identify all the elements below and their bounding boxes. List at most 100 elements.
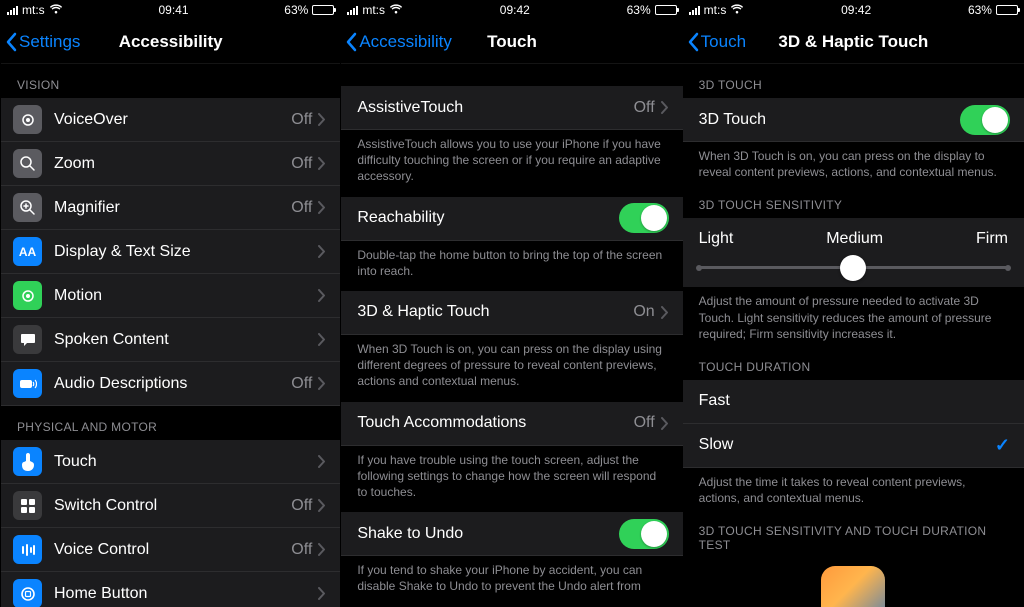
nav-bar: Touch 3D & Haptic Touch bbox=[683, 20, 1024, 64]
row-label: Zoom bbox=[54, 144, 291, 184]
row-value: Off bbox=[634, 414, 655, 432]
row-label: Home Button bbox=[54, 574, 318, 607]
battery-percent: 63% bbox=[968, 3, 992, 17]
status-bar: mt:s 09:42 63% bbox=[683, 0, 1024, 20]
row-label: 3D & Haptic Touch bbox=[341, 292, 633, 332]
page-title: 3D & Haptic Touch bbox=[778, 32, 928, 52]
row-3d-haptic[interactable]: 3D & Haptic Touch On bbox=[341, 291, 682, 335]
row-slow[interactable]: Slow ✓ bbox=[683, 424, 1024, 468]
motion-icon bbox=[13, 281, 42, 310]
checkmark-icon: ✓ bbox=[995, 435, 1010, 456]
battery-icon bbox=[655, 5, 677, 15]
battery-percent: 63% bbox=[284, 3, 308, 17]
row-label: Voice Control bbox=[54, 530, 291, 570]
row-label: Audio Descriptions bbox=[54, 364, 291, 404]
section-sensitivity: 3D TOUCH SENSITIVITY bbox=[683, 192, 1024, 218]
chevron-right-icon bbox=[318, 289, 326, 302]
section-duration: TOUCH DURATION bbox=[683, 354, 1024, 380]
voiceover-icon bbox=[13, 105, 42, 134]
row-spoken-content[interactable]: Spoken Content bbox=[1, 318, 340, 362]
row-label: AssistiveTouch bbox=[341, 88, 633, 128]
row-home-button[interactable]: Home Button bbox=[1, 572, 340, 607]
signal-icon bbox=[689, 5, 700, 15]
row-label: Switch Control bbox=[54, 486, 291, 526]
voice-control-icon bbox=[13, 535, 42, 564]
back-button[interactable]: Accessibility bbox=[345, 20, 452, 64]
row-value: Off bbox=[291, 111, 312, 129]
row-label: Fast bbox=[683, 381, 1010, 421]
row-label: Slow bbox=[683, 425, 995, 465]
row-switch-control[interactable]: Switch Control Off bbox=[1, 484, 340, 528]
row-voiceover[interactable]: VoiceOver Off bbox=[1, 98, 340, 142]
slider-track[interactable] bbox=[699, 266, 1008, 269]
row-label: Touch bbox=[54, 442, 318, 482]
section-vision: VISION bbox=[1, 64, 340, 98]
footnote-shake: If you tend to shake your iPhone by acci… bbox=[341, 556, 682, 606]
chevron-left-icon bbox=[345, 32, 357, 52]
slider-label-medium: Medium bbox=[826, 230, 883, 248]
back-button[interactable]: Settings bbox=[5, 20, 80, 64]
row-fast[interactable]: Fast bbox=[683, 380, 1024, 424]
screen-3d-haptic: mt:s 09:42 63% Touch 3D & Haptic Touch 3… bbox=[683, 0, 1024, 607]
row-assistivetouch[interactable]: AssistiveTouch Off bbox=[341, 86, 682, 130]
row-value: Off bbox=[291, 155, 312, 173]
row-reachability[interactable]: Reachability bbox=[341, 197, 682, 241]
chevron-right-icon bbox=[318, 377, 326, 390]
chevron-right-icon bbox=[318, 201, 326, 214]
row-display-text-size[interactable]: AA Display & Text Size bbox=[1, 230, 340, 274]
touch-icon bbox=[13, 447, 42, 476]
back-label: Settings bbox=[19, 32, 80, 52]
chevron-left-icon bbox=[687, 32, 699, 52]
slider-label-light: Light bbox=[699, 230, 734, 248]
toggle-shake-to-undo[interactable] bbox=[619, 519, 669, 549]
row-zoom[interactable]: Zoom Off bbox=[1, 142, 340, 186]
back-button[interactable]: Touch bbox=[687, 20, 746, 64]
section-test: 3D TOUCH SENSITIVITY AND TOUCH DURATION … bbox=[683, 518, 1024, 558]
back-label: Accessibility bbox=[359, 32, 452, 52]
toggle-3d-touch[interactable] bbox=[960, 105, 1010, 135]
slider-label-firm: Firm bbox=[976, 230, 1008, 248]
back-label: Touch bbox=[701, 32, 746, 52]
chevron-right-icon bbox=[661, 306, 669, 319]
wifi-icon bbox=[730, 4, 744, 17]
row-value: Off bbox=[291, 199, 312, 217]
row-label: VoiceOver bbox=[54, 100, 291, 140]
chevron-left-icon bbox=[5, 32, 17, 52]
footnote-accommodations: If you have trouble using the touch scre… bbox=[341, 446, 682, 513]
row-shake-to-undo[interactable]: Shake to Undo bbox=[341, 512, 682, 556]
row-label: Shake to Undo bbox=[341, 514, 618, 554]
slider-sensitivity[interactable]: Light Medium Firm bbox=[683, 218, 1024, 287]
battery-percent: 63% bbox=[627, 3, 651, 17]
row-value: Off bbox=[291, 497, 312, 515]
row-audio-descriptions[interactable]: Audio Descriptions Off bbox=[1, 362, 340, 406]
row-label: Magnifier bbox=[54, 188, 291, 228]
row-touch-accommodations[interactable]: Touch Accommodations Off bbox=[341, 402, 682, 446]
magnifier-icon bbox=[13, 193, 42, 222]
clock: 09:42 bbox=[841, 3, 871, 17]
chevron-right-icon bbox=[318, 245, 326, 258]
row-motion[interactable]: Motion bbox=[1, 274, 340, 318]
row-touch[interactable]: Touch bbox=[1, 440, 340, 484]
screen-accessibility: mt:s 09:41 63% Settings Accessibility VI… bbox=[0, 0, 341, 607]
status-bar: mt:s 09:42 63% bbox=[341, 0, 682, 20]
test-preview[interactable] bbox=[683, 558, 1024, 607]
row-value: Off bbox=[634, 99, 655, 117]
chevron-right-icon bbox=[318, 455, 326, 468]
row-value: On bbox=[633, 303, 654, 321]
slider-thumb[interactable] bbox=[840, 255, 866, 281]
nav-bar: Settings Accessibility bbox=[1, 20, 340, 64]
audio-desc-icon bbox=[13, 369, 42, 398]
nav-bar: Accessibility Touch bbox=[341, 20, 682, 64]
toggle-reachability[interactable] bbox=[619, 203, 669, 233]
footnote-sensitivity: Adjust the amount of pressure needed to … bbox=[683, 287, 1024, 354]
row-magnifier[interactable]: Magnifier Off bbox=[1, 186, 340, 230]
row-3d-touch-toggle[interactable]: 3D Touch bbox=[683, 98, 1024, 142]
chevron-right-icon bbox=[661, 101, 669, 114]
status-bar: mt:s 09:41 63% bbox=[1, 0, 340, 20]
section-3d-touch: 3D TOUCH bbox=[683, 64, 1024, 98]
test-image-icon bbox=[821, 566, 885, 607]
screen-touch: mt:s 09:42 63% Accessibility Touch Assis… bbox=[341, 0, 682, 607]
row-label: Spoken Content bbox=[54, 320, 318, 360]
row-voice-control[interactable]: Voice Control Off bbox=[1, 528, 340, 572]
chevron-right-icon bbox=[318, 113, 326, 126]
